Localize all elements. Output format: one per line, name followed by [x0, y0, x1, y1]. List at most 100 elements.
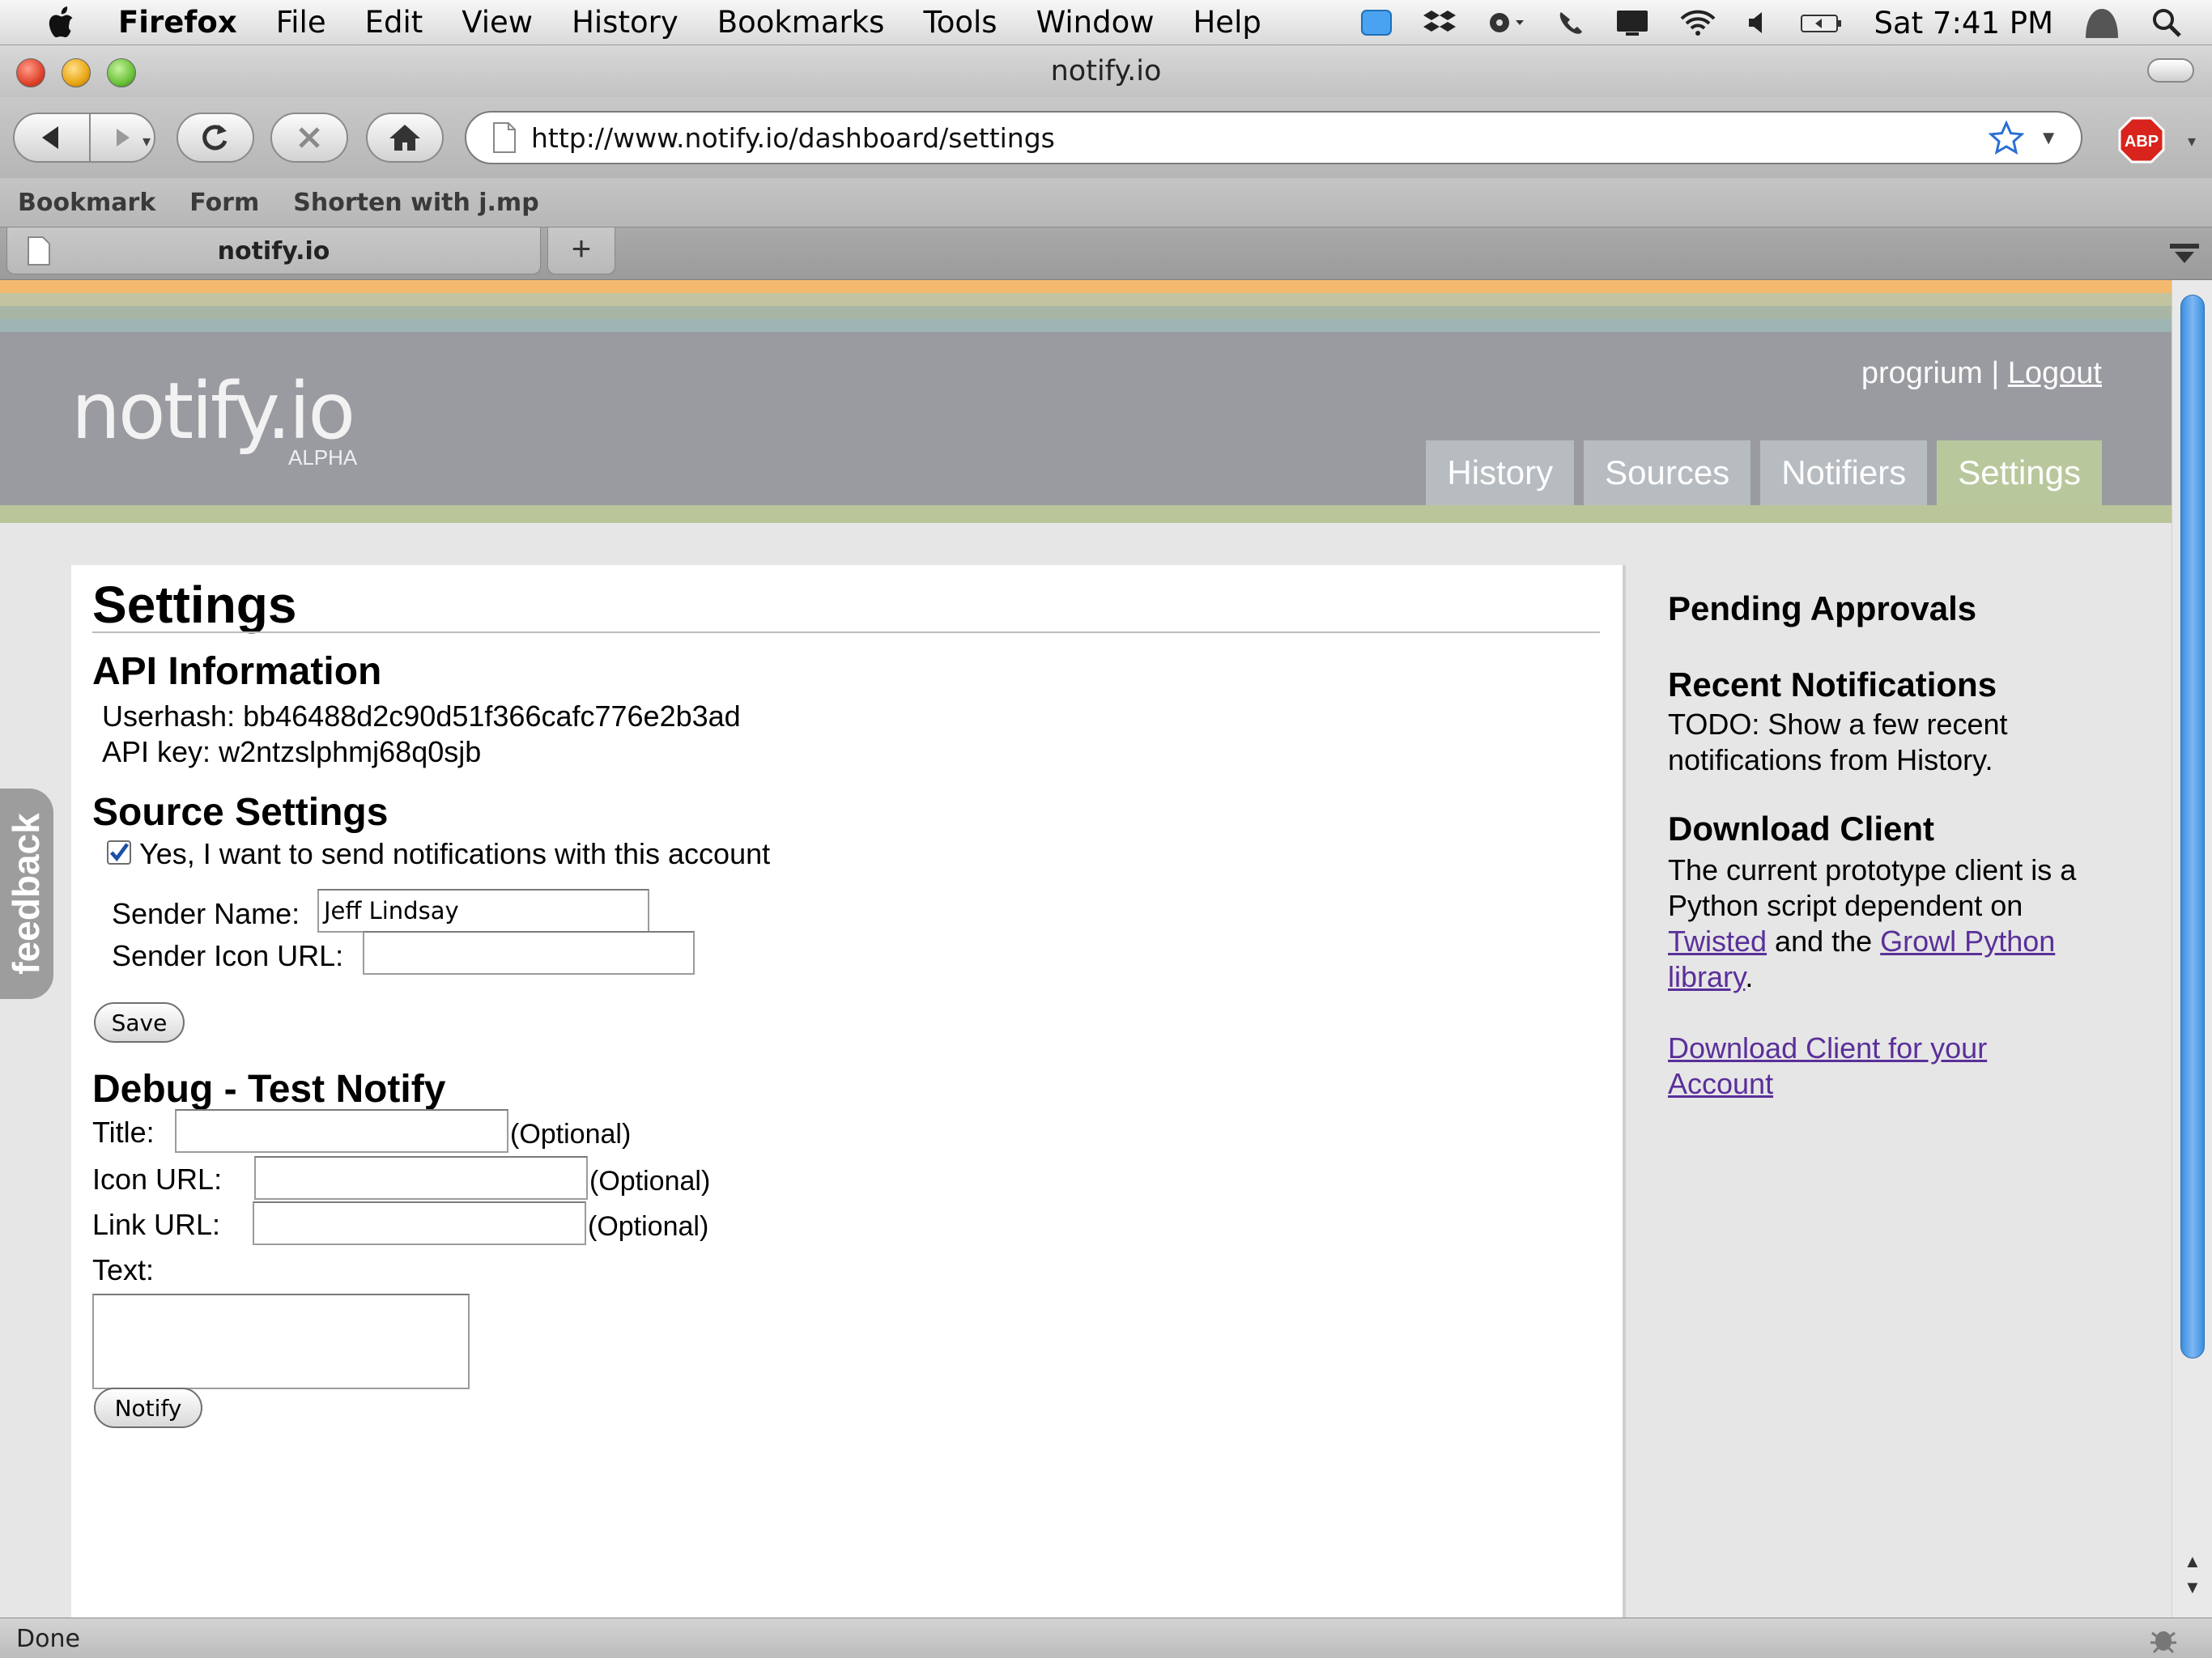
wifi-icon[interactable]: [1679, 7, 1716, 38]
menu-history[interactable]: History: [572, 5, 678, 40]
tab-sources[interactable]: Sources: [1584, 440, 1751, 505]
icon-url-field[interactable]: [254, 1156, 588, 1200]
tab-notifiers[interactable]: Notifiers: [1760, 440, 1928, 505]
text-textarea[interactable]: [92, 1294, 470, 1389]
growl-python-link[interactable]: Growl Python: [1880, 925, 2055, 958]
growl-icon[interactable]: [1359, 7, 1394, 38]
menubar-clock[interactable]: Sat 7:41 PM: [1874, 6, 2053, 40]
back-arrow-icon: [42, 126, 58, 149]
menubar-status-area: Sat 7:41 PM: [1359, 0, 2212, 45]
gear-icon[interactable]: [1485, 7, 1525, 38]
status-bar: Done: [0, 1618, 2212, 1658]
site-logo[interactable]: notify.io: [71, 366, 355, 457]
page-title: Settings: [92, 576, 297, 634]
tab-notify-io[interactable]: notify.io: [6, 227, 541, 274]
page-viewport: notify.io ALPHA progrium | Logout Histor…: [0, 280, 2172, 1618]
title-divider: [92, 631, 1600, 633]
menu-firefox[interactable]: Firefox: [118, 5, 237, 40]
phone-icon[interactable]: [1555, 7, 1585, 38]
debug-heading: Debug - Test Notify: [92, 1068, 446, 1111]
link-url-label: Link URL:: [92, 1208, 221, 1241]
window-title: notify.io: [1050, 55, 1162, 87]
apikey-row: API key: w2ntzslphmj68q0sjb: [102, 735, 481, 769]
bookmarks-toolbar: Bookmark Form Shorten with j.mp: [0, 178, 2212, 227]
url-dropdown-icon[interactable]: ▼: [2039, 127, 2058, 150]
download-client-account-link[interactable]: Account: [1668, 1067, 1773, 1100]
twisted-link[interactable]: Twisted: [1668, 925, 1767, 958]
tab-list-icon[interactable]: [2167, 237, 2202, 270]
user-box: progrium | Logout: [1861, 356, 2102, 391]
send-notifications-label[interactable]: Yes, I want to send notifications with t…: [139, 837, 770, 871]
stripe-olive: [0, 293, 2172, 306]
menu-tools[interactable]: Tools: [923, 5, 997, 40]
vertical-scrollbar[interactable]: ▲ ▼: [2172, 280, 2212, 1618]
reload-button[interactable]: [177, 113, 254, 163]
recent-notifications-heading: Recent Notifications: [1668, 665, 1997, 704]
scrollbar-thumb[interactable]: [2180, 295, 2205, 1358]
adblock-plus-icon[interactable]: ABP: [2118, 117, 2165, 164]
growl-library-link[interactable]: library: [1668, 960, 1745, 993]
toolbar-toggle-button[interactable]: [2147, 58, 2194, 83]
back-button[interactable]: [13, 113, 91, 163]
navigation-toolbar: ▾ http://www.notify.io/dashboard/setting…: [0, 97, 2212, 178]
download-text-3: Twisted and the Growl Python: [1668, 925, 2055, 959]
menu-edit[interactable]: Edit: [365, 5, 423, 40]
logout-link[interactable]: Logout: [2008, 356, 2102, 390]
icon-url-label: Icon URL:: [92, 1163, 223, 1196]
home-button[interactable]: [366, 113, 444, 163]
sender-icon-label: Sender Icon URL:: [112, 939, 344, 972]
title-field[interactable]: [175, 1109, 508, 1153]
display-icon[interactable]: [1614, 7, 1650, 38]
recent-notifications-text-2: notifications from History.: [1668, 743, 1993, 776]
bookmark-form[interactable]: Form: [189, 189, 259, 217]
stop-icon: [299, 127, 320, 148]
userhash-value: bb46488d2c90d51f366cafc776e2b3ad: [243, 699, 741, 733]
tab-settings[interactable]: Settings: [1937, 440, 2102, 505]
forward-arrow-icon: [117, 129, 130, 147]
userhash-row: Userhash: bb46488d2c90d51f366cafc776e2b3…: [102, 699, 741, 733]
user-icon[interactable]: [2082, 6, 2121, 40]
menu-view[interactable]: View: [462, 5, 533, 40]
new-tab-button[interactable]: +: [547, 227, 615, 274]
url-text[interactable]: http://www.notify.io/dashboard/settings: [531, 122, 1055, 154]
header-bottom-band: [0, 505, 2172, 523]
and-the-text: and the: [1767, 925, 1881, 958]
title-label: Title:: [92, 1116, 155, 1149]
feedback-tab[interactable]: feedback: [0, 789, 53, 999]
notify-button[interactable]: Notify: [94, 1388, 202, 1428]
volume-icon[interactable]: [1746, 7, 1770, 38]
menu-window[interactable]: Window: [1036, 5, 1155, 40]
icon-url-optional: (Optional): [589, 1166, 711, 1197]
sender-icon-field[interactable]: [363, 931, 695, 975]
url-bar[interactable]: http://www.notify.io/dashboard/settings …: [465, 111, 2082, 164]
send-notifications-checkbox[interactable]: [107, 840, 131, 865]
menu-help[interactable]: Help: [1193, 5, 1261, 40]
sender-name-field[interactable]: Jeff Lindsay: [317, 889, 649, 933]
download-client-link-line-2: Account: [1668, 1067, 1773, 1101]
bookmark-bookmark[interactable]: Bookmark: [18, 189, 155, 217]
recent-notifications-text-1: TODO: Show a few recent: [1668, 708, 2008, 741]
dropbox-icon[interactable]: [1423, 7, 1457, 38]
scroll-up-arrow-icon[interactable]: ▲: [2184, 1551, 2201, 1572]
link-url-field[interactable]: [253, 1201, 586, 1245]
bookmark-shorten-jmp[interactable]: Shorten with j.mp: [293, 189, 538, 217]
apple-icon[interactable]: [39, 6, 87, 40]
bookmark-star-icon[interactable]: [1989, 121, 2024, 156]
scroll-down-arrow-icon[interactable]: ▼: [2184, 1577, 2201, 1598]
pending-approvals-heading: Pending Approvals: [1668, 589, 1977, 627]
api-heading: API Information: [92, 650, 382, 693]
menu-file[interactable]: File: [276, 5, 326, 40]
download-client-link[interactable]: Download Client for your: [1668, 1031, 1987, 1065]
link-url-optional: (Optional): [588, 1211, 709, 1242]
tab-history[interactable]: History: [1426, 440, 1575, 505]
firebug-icon[interactable]: [2147, 1623, 2180, 1654]
menu-bookmarks[interactable]: Bookmarks: [717, 5, 885, 40]
feedback-label: feedback: [5, 813, 47, 975]
spotlight-icon[interactable]: [2150, 6, 2183, 39]
save-button[interactable]: Save: [94, 1002, 185, 1043]
stop-button[interactable]: [270, 113, 348, 163]
history-dropdown-icon[interactable]: ▾: [143, 131, 151, 151]
username: progrium: [1861, 356, 1983, 390]
adblock-dropdown-icon[interactable]: ▾: [2188, 131, 2196, 151]
battery-icon[interactable]: [1799, 7, 1844, 38]
